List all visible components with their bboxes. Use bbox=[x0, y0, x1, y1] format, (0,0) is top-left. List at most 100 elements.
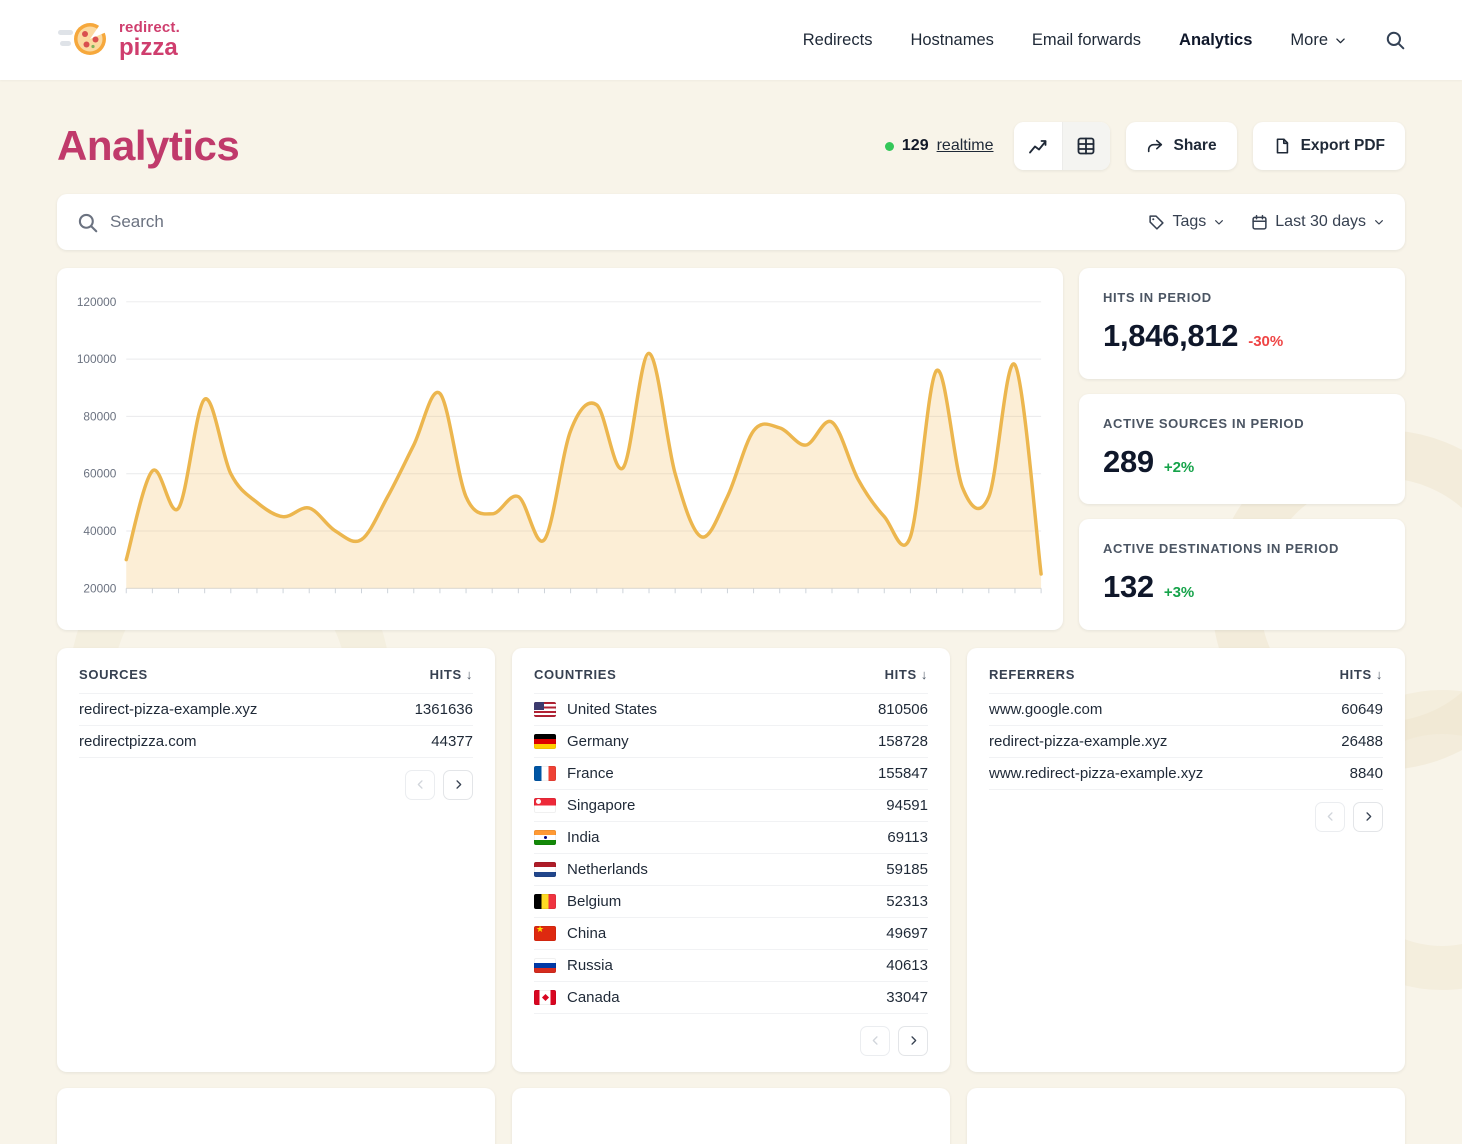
stat-value: 289 bbox=[1103, 444, 1154, 480]
page-title: Analytics bbox=[57, 122, 239, 170]
traffic-chart: 20000400006000080000100000120000 bbox=[63, 286, 1051, 618]
tag-icon bbox=[1148, 214, 1165, 231]
table-row: Canada 33047 bbox=[534, 982, 928, 1014]
row-hits: 49697 bbox=[886, 925, 928, 942]
referrers-title: REFERRERS bbox=[989, 667, 1075, 682]
brand-wordmark: redirect. pizza bbox=[119, 20, 180, 60]
referrers-sort-hits[interactable]: HITS ↓ bbox=[1340, 667, 1383, 682]
row-hits: 810506 bbox=[878, 701, 928, 718]
countries-title: COUNTRIES bbox=[534, 667, 616, 682]
row-label: India bbox=[567, 829, 876, 846]
stat-active-destinations: ACTIVE DESTINATIONS IN PERIOD 132 +3% bbox=[1079, 519, 1405, 630]
next-card-preview bbox=[967, 1088, 1405, 1144]
cn-flag-icon bbox=[534, 926, 556, 941]
countries-sort-hits[interactable]: HITS ↓ bbox=[885, 667, 928, 682]
chevron-down-icon bbox=[1334, 34, 1347, 47]
hits-column-label: HITS bbox=[885, 667, 917, 682]
chevron-left-icon bbox=[1324, 810, 1337, 823]
row-hits: 8840 bbox=[1350, 765, 1383, 782]
stat-value: 132 bbox=[1103, 569, 1154, 605]
be-flag-icon bbox=[534, 894, 556, 909]
table-row: Russia40613 bbox=[534, 950, 928, 982]
ca-flag-icon bbox=[534, 990, 556, 1005]
row-hits: 69113 bbox=[887, 829, 928, 846]
chevron-right-icon bbox=[907, 1034, 920, 1047]
nav-more-label: More bbox=[1290, 31, 1328, 50]
main-nav: Redirects Hostnames Email forwards Analy… bbox=[803, 30, 1405, 50]
hits-column-label: HITS bbox=[1340, 667, 1372, 682]
row-hits: 60649 bbox=[1341, 701, 1383, 718]
share-icon bbox=[1146, 137, 1164, 155]
ru-flag-icon bbox=[534, 958, 556, 973]
nav-item-more[interactable]: More bbox=[1290, 31, 1347, 50]
sort-desc-icon: ↓ bbox=[921, 667, 928, 682]
fr-flag-icon bbox=[534, 766, 556, 781]
export-pdf-button[interactable]: Export PDF bbox=[1253, 122, 1405, 170]
chevron-right-icon bbox=[452, 778, 465, 791]
document-icon bbox=[1273, 137, 1291, 155]
chevron-left-icon bbox=[414, 778, 427, 791]
row-label: www.google.com bbox=[989, 701, 1330, 718]
stat-hits-in-period: HITS IN PERIOD 1,846,812 -30% bbox=[1079, 268, 1405, 379]
sources-sort-hits[interactable]: HITS ↓ bbox=[430, 667, 473, 682]
brand-logo[interactable]: redirect. pizza bbox=[57, 17, 180, 63]
hits-column-label: HITS bbox=[430, 667, 462, 682]
row-label: redirect-pizza-example.xyz bbox=[79, 701, 404, 718]
sources-title: SOURCES bbox=[79, 667, 148, 682]
sources-pagination bbox=[79, 758, 473, 816]
share-button[interactable]: Share bbox=[1126, 122, 1237, 170]
svg-text:20000: 20000 bbox=[83, 581, 116, 595]
table-row: China49697 bbox=[534, 918, 928, 950]
row-label: Belgium bbox=[567, 893, 875, 910]
nav-item-email-forwards[interactable]: Email forwards bbox=[1032, 31, 1141, 50]
export-pdf-label: Export PDF bbox=[1301, 137, 1385, 155]
prev-page-button[interactable] bbox=[405, 770, 435, 800]
share-label: Share bbox=[1174, 137, 1217, 155]
stat-value: 1,846,812 bbox=[1103, 318, 1238, 354]
row-label: redirectpizza.com bbox=[79, 733, 420, 750]
countries-card: COUNTRIES HITS ↓ United States810506Germ… bbox=[512, 648, 950, 1072]
svg-text:40000: 40000 bbox=[83, 524, 116, 538]
view-toggle bbox=[1014, 122, 1110, 170]
search-icon bbox=[1385, 30, 1405, 50]
period-filter[interactable]: Last 30 days bbox=[1251, 213, 1385, 231]
next-page-button[interactable] bbox=[1353, 802, 1383, 832]
row-hits: 59185 bbox=[886, 861, 928, 878]
stat-label: ACTIVE SOURCES IN PERIOD bbox=[1103, 416, 1381, 431]
next-page-button[interactable] bbox=[898, 1026, 928, 1056]
search-input[interactable] bbox=[110, 212, 1122, 232]
table-row: India 69113 bbox=[534, 822, 928, 854]
realtime-link[interactable]: realtime bbox=[937, 137, 994, 155]
row-hits: 158728 bbox=[878, 733, 928, 750]
traffic-chart-card: 20000400006000080000100000120000 bbox=[57, 268, 1063, 630]
prev-page-button[interactable] bbox=[1315, 802, 1345, 832]
search-icon bbox=[77, 212, 98, 233]
tags-filter[interactable]: Tags bbox=[1148, 213, 1225, 231]
next-page-button[interactable] bbox=[443, 770, 473, 800]
row-hits: 33047 bbox=[886, 989, 928, 1006]
nav-search-button[interactable] bbox=[1385, 30, 1405, 50]
table-row: Netherlands 59185 bbox=[534, 854, 928, 886]
row-label: www.redirect-pizza-example.xyz bbox=[989, 765, 1339, 782]
table-view-button[interactable] bbox=[1062, 122, 1110, 170]
row-hits: 155847 bbox=[878, 765, 928, 782]
table-row: redirectpizza.com 44377 bbox=[79, 726, 473, 758]
row-label: Singapore bbox=[567, 797, 875, 814]
row-label: Canada bbox=[567, 989, 875, 1006]
prev-page-button[interactable] bbox=[860, 1026, 890, 1056]
stat-delta: +3% bbox=[1164, 584, 1194, 601]
row-hits: 40613 bbox=[886, 957, 928, 974]
chevron-down-icon bbox=[1373, 216, 1385, 228]
table-icon bbox=[1076, 136, 1096, 156]
row-hits: 1361636 bbox=[415, 701, 473, 718]
row-hits: 44377 bbox=[431, 733, 473, 750]
nav-item-analytics[interactable]: Analytics bbox=[1179, 31, 1252, 50]
chart-view-button[interactable] bbox=[1014, 122, 1062, 170]
row-label: Netherlands bbox=[567, 861, 875, 878]
nav-item-redirects[interactable]: Redirects bbox=[803, 31, 873, 50]
referrers-rows: www.google.com60649redirect-pizza-exampl… bbox=[989, 694, 1383, 790]
us-flag-icon bbox=[534, 702, 556, 717]
chevron-left-icon bbox=[869, 1034, 882, 1047]
nav-item-hostnames[interactable]: Hostnames bbox=[910, 31, 993, 50]
svg-text:100000: 100000 bbox=[77, 352, 117, 366]
